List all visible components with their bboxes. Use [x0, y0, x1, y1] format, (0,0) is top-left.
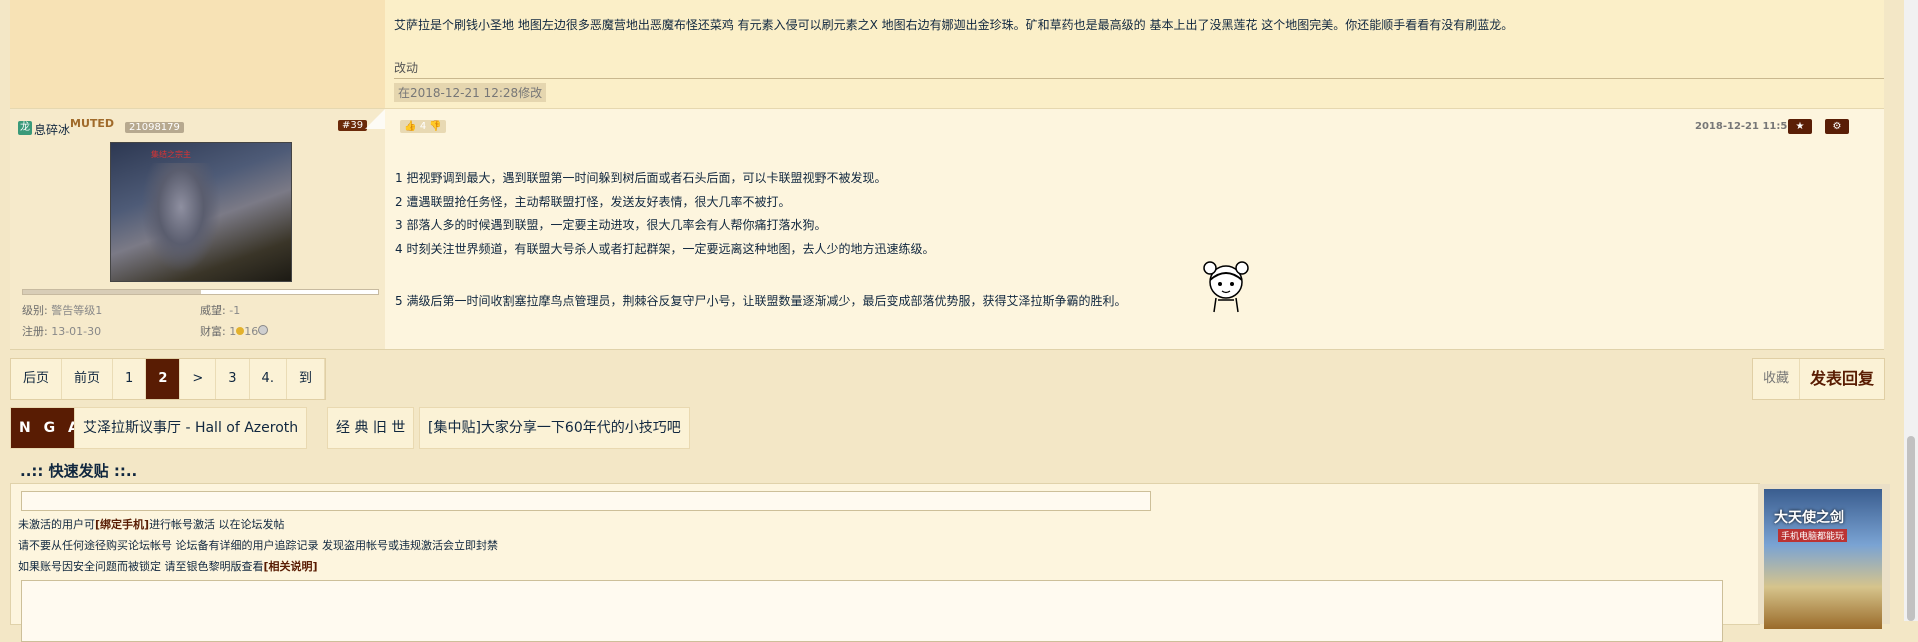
scrollbar-thumb[interactable]	[1907, 436, 1915, 621]
post-actions: 收藏 发表回复	[1752, 358, 1886, 400]
prestige-label: 威望:	[200, 304, 226, 317]
post-time: 2018-12-21 11:58	[1695, 121, 1795, 132]
register-stat: 注册: 13-01-30	[22, 323, 101, 339]
previous-post: 艾萨拉是个刷钱小圣地 地图左边很多恶魔营地出恶魔布怪还菜鸡 有元素入侵可以刷元素…	[10, 0, 1884, 109]
subject-input[interactable]	[21, 491, 1151, 511]
avatar-caption: 集结之宗主	[151, 150, 191, 159]
post-author-panel: 龙 息碎冰 MUTED 21098179 #39 集结之宗主 级别: 警告等级1…	[10, 109, 385, 349]
level-stat: 级别: 警告等级1	[22, 302, 102, 318]
post-body: 1 把视野调到最大，遇到联盟第一时间躲到树后面或者石头后面，可以卡联盟视野不被发…	[395, 167, 934, 261]
silver-coin-icon	[258, 325, 269, 335]
username-link[interactable]: 息碎冰	[34, 121, 70, 138]
related-info-link[interactable]: [相关说明]	[264, 560, 318, 573]
page-3[interactable]: 3	[216, 359, 250, 399]
thumbs-up-icon: 👍	[404, 121, 417, 132]
wealth-label: 财富:	[200, 325, 226, 338]
quick-post-panel: 未激活的用户可[绑定手机]进行帐号激活 以在论坛发帖 请不要从任何途径购买论坛帐…	[10, 483, 1760, 642]
prestige-value: -1	[229, 304, 241, 317]
edit-divider	[394, 78, 1884, 79]
gear-icon[interactable]: ⚙	[1825, 119, 1849, 134]
page-last[interactable]: 后页	[11, 359, 63, 399]
level-value: 警告等级1	[51, 304, 103, 317]
page-first[interactable]: 前页	[62, 359, 114, 399]
reputation-bar	[22, 289, 379, 295]
page-goto[interactable]: 到	[287, 359, 325, 399]
chibi-sticker-icon	[1203, 261, 1249, 313]
page-1[interactable]: 1	[113, 359, 147, 399]
page-4[interactable]: 4.	[250, 359, 287, 399]
quick-post-title: ..:: 快速发贴 ::..	[20, 462, 138, 480]
edit-label: 改动	[394, 61, 419, 75]
register-label: 注册:	[22, 325, 48, 338]
wealth-stat: 财富: 1 16	[200, 323, 269, 339]
user-id-badge[interactable]: 21098179	[125, 122, 184, 133]
post-line-4: 4 时刻关注世界频道，有联盟大号杀人或者打起群架，一定要远离这种地图，去人少的地…	[395, 241, 935, 256]
like-count: 4	[419, 121, 427, 132]
ad-subtitle: 手机电脑都能玩	[1778, 529, 1848, 542]
note3-text: 如果账号因安全问题而被锁定 请至银色黎明版查看	[18, 560, 264, 573]
quick-note-3: 如果账号因安全问题而被锁定 请至银色黎明版查看[相关说明]	[18, 558, 318, 574]
quick-note-2: 请不要从任何途径购买论坛帐号 论坛备有详细的用户追踪记录 发现盗用帐号或违规激活…	[18, 539, 498, 552]
post-line-5: 5 满级后第一时间收割塞拉摩鸟点管理员，荆棘谷反复守尸小号，让联盟数量逐渐减少，…	[395, 294, 1127, 308]
level-label: 级别:	[22, 304, 48, 317]
scrollbar[interactable]	[1904, 0, 1918, 621]
breadcrumb-subforum[interactable]: 经 典 旧 世	[327, 407, 415, 449]
breadcrumb-thread[interactable]: [集中贴]大家分享一下60年代的小技巧吧	[419, 407, 690, 449]
quick-note-1: 未激活的用户可[绑定手机]进行帐号激活 以在论坛发帖	[18, 516, 285, 532]
breadcrumb-forum[interactable]: 艾泽拉斯议事厅 - Hall of Azeroth	[74, 407, 308, 449]
wealth-silver: 16	[244, 325, 259, 338]
prestige-stat: 威望: -1	[200, 302, 240, 318]
like-button[interactable]: 👍 4 👎	[400, 120, 446, 133]
star-icon[interactable]: ★	[1788, 119, 1812, 134]
content-textarea[interactable]	[21, 580, 1723, 642]
ad-title: 大天使之剑	[1774, 510, 1844, 526]
edit-time: 在2018-12-21 12:28修改	[394, 83, 547, 102]
page-next[interactable]: >	[180, 359, 217, 399]
register-value: 13-01-30	[51, 325, 102, 338]
favorite-button[interactable]: 收藏	[1753, 359, 1801, 399]
previous-post-sidebar	[10, 0, 385, 108]
corner-fold-icon	[365, 109, 385, 129]
note1-text-b: 进行帐号激活 以在论坛发帖	[149, 518, 285, 531]
wealth-gold: 1	[229, 325, 237, 338]
post-line-1: 1 把视野调到最大，遇到联盟第一时间躲到树后面或者石头后面，可以卡联盟视野不被发…	[395, 171, 887, 185]
avatar-figure	[141, 163, 221, 273]
ad-image[interactable]: 大天使之剑 手机电脑都能玩	[1764, 489, 1882, 629]
post-line-3: 3 部落人多的时候遇到联盟，一定要主动进攻，很大几率会有人帮你痛打落水狗。	[395, 218, 827, 232]
previous-post-content: 艾萨拉是个刷钱小圣地 地图左边很多恶魔营地出恶魔布怪还菜鸡 有元素入侵可以刷元素…	[394, 18, 1514, 32]
thumbs-down-icon: 👎	[429, 121, 442, 132]
note1-text: 未激活的用户可	[18, 518, 95, 531]
pagination: 后页 前页 1 2 > 3 4. 到	[10, 358, 326, 400]
user-badge-icon: 龙	[18, 121, 32, 135]
post-line-2: 2 遭遇联盟抢任务怪，主动帮联盟打怪，发送友好表情，很大几率不被打。	[395, 194, 791, 209]
ad-banner[interactable]: 大天使之剑 手机电脑都能玩	[1758, 484, 1890, 629]
avatar[interactable]: 集结之宗主	[110, 142, 292, 282]
post-39: 龙 息碎冰 MUTED 21098179 #39 集结之宗主 级别: 警告等级1…	[10, 109, 1884, 350]
floor-number[interactable]: #39	[338, 120, 368, 131]
bind-phone-link[interactable]: [绑定手机]	[95, 518, 149, 531]
reply-button[interactable]: 发表回复	[1800, 359, 1884, 399]
muted-label: MUTED	[70, 117, 115, 130]
page-2-current[interactable]: 2	[146, 359, 181, 399]
